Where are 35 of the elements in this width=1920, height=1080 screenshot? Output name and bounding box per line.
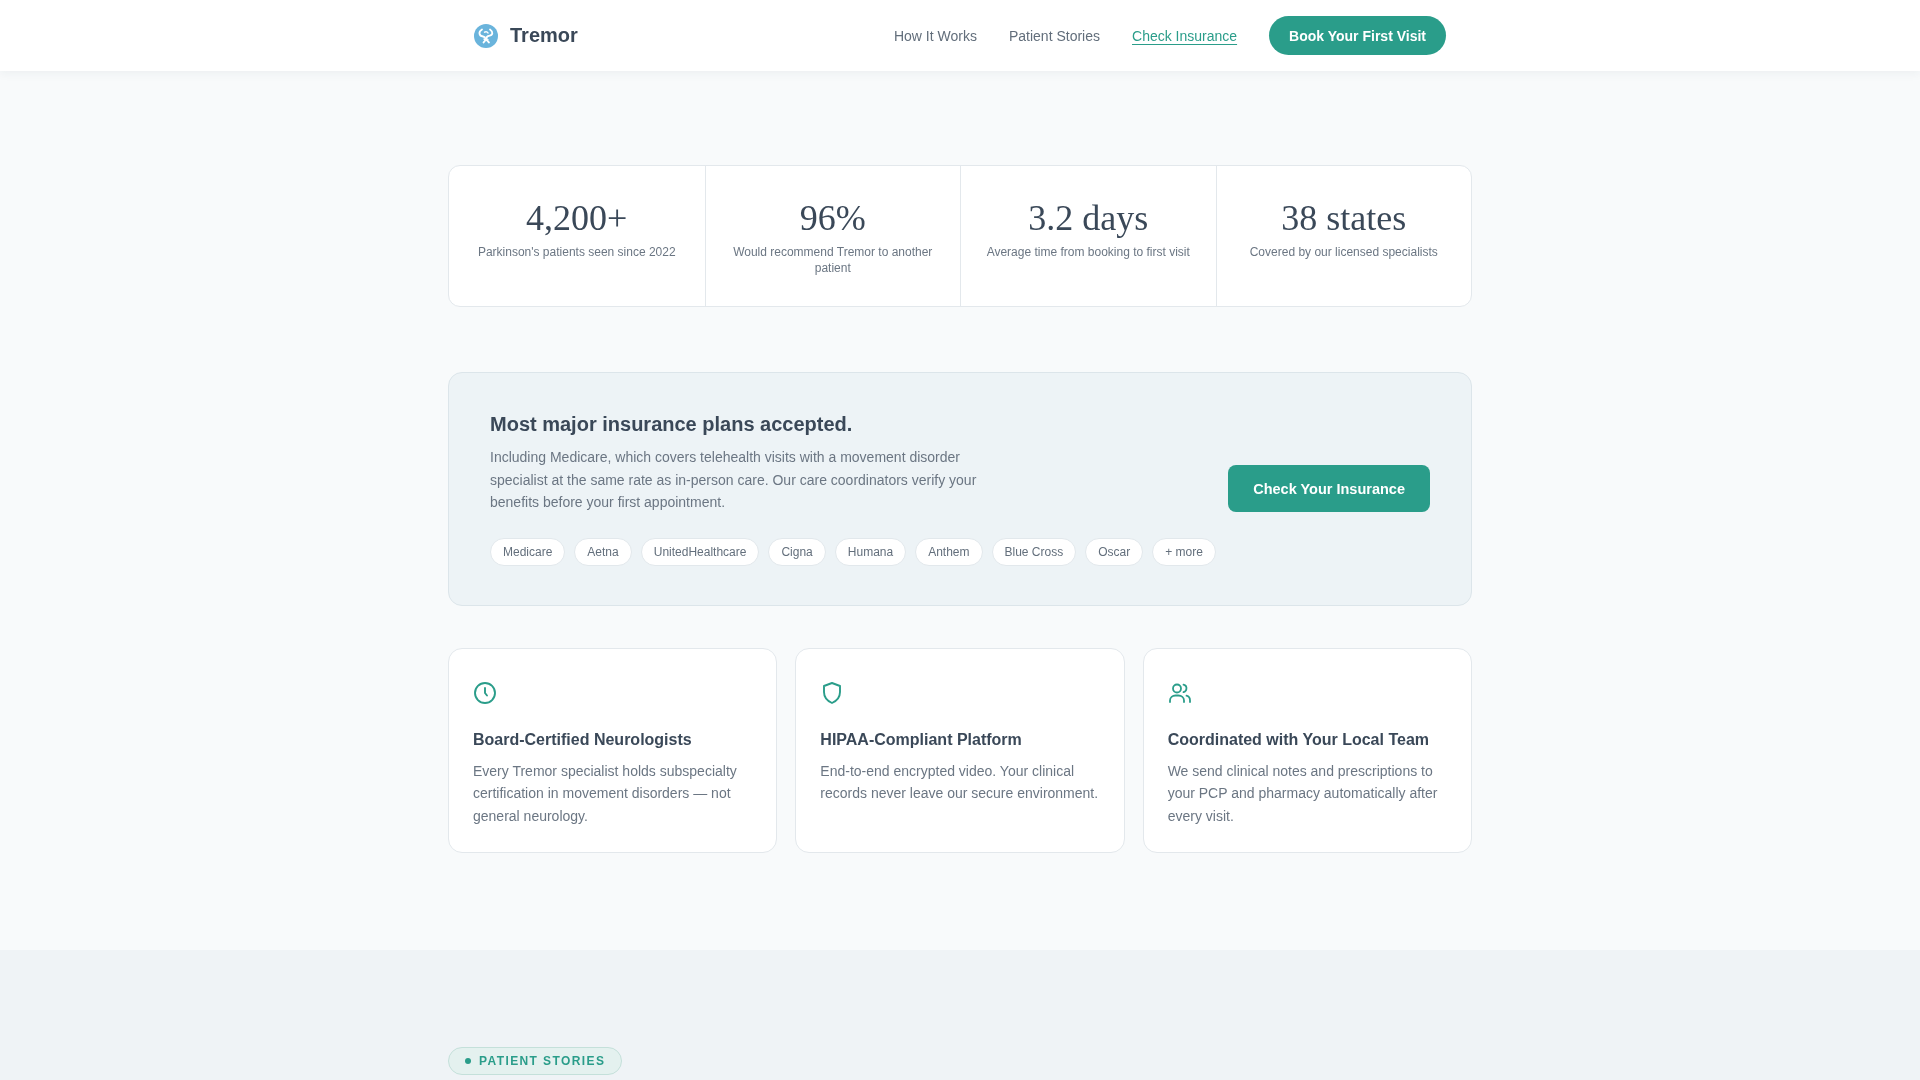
- stat-value: 38 states: [1280, 198, 1408, 238]
- section-tag-label: PATIENT STORIES: [479, 1054, 606, 1068]
- stat-label: Covered by our licensed specialists: [1248, 244, 1439, 260]
- insurance-plan-tag: Cigna: [768, 537, 826, 566]
- feature-title: Board-Certified Neurologists: [473, 729, 693, 750]
- insurance-title: Most major insurance plans accepted.: [490, 412, 854, 436]
- feature-description: End-to-end encrypted video. Your clinical records never leave our secure environment.: [820, 761, 1100, 803]
- stat-value: 3.2 days: [1027, 198, 1150, 238]
- insurance-plan-tag: Medicare: [490, 537, 566, 566]
- insurance-plan-tag: + more: [1152, 537, 1216, 566]
- insurance-plan-tag: UnitedHealthcare: [640, 537, 760, 566]
- brand-name[interactable]: Tremor: [510, 24, 578, 47]
- stat-label: Average time from booking to first visit: [985, 244, 1191, 260]
- check-insurance-button[interactable]: Check Your Insurance: [1228, 465, 1430, 513]
- feature-description: Every Tremor specialist holds subspecialty certification in movement disorders — not general neurology.: [473, 761, 738, 826]
- clock-icon: [473, 680, 497, 705]
- stat-value: 4,200+: [525, 198, 629, 238]
- insurance-description: Including Medicare, which covers telehealth visits with a movement disorder specialist at the same rate as in-person care. Our care coordinators verify your benefits before your first appointment.: [490, 448, 978, 512]
- insurance-plan-tag: Humana: [834, 537, 907, 566]
- stat-value: 96%: [798, 198, 867, 238]
- nav-link[interactable]: How It Works: [893, 27, 977, 44]
- nav-link[interactable]: Patient Stories: [1008, 27, 1100, 44]
- insurance-plan-tag: Aetna: [574, 537, 632, 566]
- stat-label: Would recommend Tremor to another patient: [732, 244, 934, 276]
- nav-link[interactable]: Check Insurance: [1132, 27, 1238, 44]
- insurance-plan-tag: Oscar: [1085, 537, 1144, 566]
- stat-label: Parkinson's patients seen since 2022: [476, 244, 677, 260]
- feature-title: Coordinated with Your Local Team: [1167, 729, 1430, 750]
- feature-description: We send clinical notes and prescriptions to your PCP and pharmacy automatically after every visit.: [1167, 761, 1439, 826]
- insurance-plan-tag: Anthem: [915, 537, 983, 566]
- feature-title: HIPAA-Compliant Platform: [820, 729, 1023, 750]
- logo-icon[interactable]: [474, 23, 498, 48]
- insurance-plan-tag: Blue Cross: [991, 537, 1077, 566]
- book-visit-button[interactable]: Book Your First Visit: [1269, 16, 1446, 55]
- dot-icon: [465, 1058, 471, 1064]
